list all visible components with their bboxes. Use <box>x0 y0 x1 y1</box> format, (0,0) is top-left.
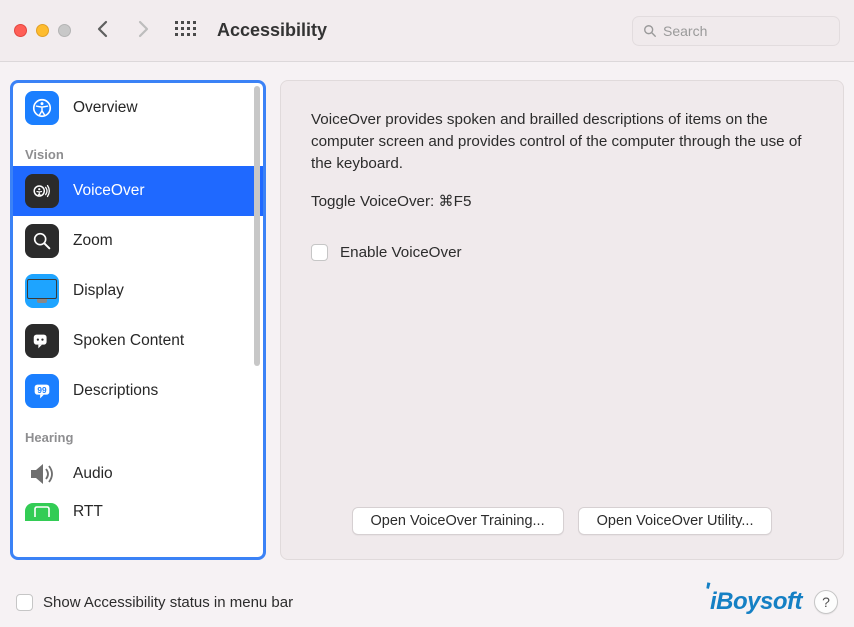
voiceover-description: VoiceOver provides spoken and brailled d… <box>311 109 813 176</box>
sidebar-item-display[interactable]: Display <box>13 266 263 316</box>
sidebar-item-label: RTT <box>73 503 103 521</box>
nav-arrows <box>97 18 149 44</box>
search-input[interactable] <box>663 23 829 39</box>
open-voiceover-utility-button[interactable]: Open VoiceOver Utility... <box>578 507 773 535</box>
sidebar-item-spoken-content[interactable]: Spoken Content <box>13 316 263 366</box>
sidebar-item-label: Spoken Content <box>73 332 184 350</box>
footer: Show Accessibility status in menu bar 'i… <box>0 577 854 627</box>
sidebar-item-overview[interactable]: Overview <box>13 83 263 133</box>
sidebar-item-audio[interactable]: Audio <box>13 449 263 499</box>
sidebar-item-label: Display <box>73 282 124 300</box>
sidebar-section-hearing: Hearing <box>13 416 263 449</box>
menubar-status-label: Show Accessibility status in menu bar <box>43 594 293 611</box>
sidebar-item-label: Descriptions <box>73 382 158 400</box>
enable-voiceover-label: Enable VoiceOver <box>340 244 462 261</box>
sidebar-section-vision: Vision <box>13 133 263 166</box>
zoom-icon <box>25 224 59 258</box>
rtt-icon <box>25 503 59 521</box>
spoken-content-icon <box>25 324 59 358</box>
descriptions-icon: 99 <box>25 374 59 408</box>
sidebar-item-zoom[interactable]: Zoom <box>13 216 263 266</box>
voiceover-icon <box>25 174 59 208</box>
sidebar-item-rtt[interactable]: RTT <box>13 499 263 523</box>
audio-icon <box>25 457 59 491</box>
help-button[interactable]: ? <box>814 590 838 614</box>
toolbar: Accessibility <box>0 0 854 62</box>
toggle-shortcut-text: Toggle VoiceOver: ⌘F5 <box>311 192 813 210</box>
back-button[interactable] <box>97 18 109 44</box>
maximize-button[interactable] <box>58 24 71 37</box>
window-title: Accessibility <box>217 20 327 41</box>
open-voiceover-training-button[interactable]: Open VoiceOver Training... <box>352 507 564 535</box>
display-icon <box>25 274 59 308</box>
sidebar-item-label: Overview <box>73 99 138 117</box>
menubar-status-checkbox[interactable] <box>16 594 33 611</box>
enable-voiceover-checkbox[interactable] <box>311 244 328 261</box>
forward-button[interactable] <box>137 18 149 44</box>
sidebar-item-label: Zoom <box>73 232 113 250</box>
svg-text:99: 99 <box>37 386 47 395</box>
sidebar-item-label: Audio <box>73 465 113 483</box>
window-controls <box>14 24 71 37</box>
accessibility-icon <box>25 91 59 125</box>
sidebar: Overview Vision VoiceOver Zoom <box>10 80 266 560</box>
content-pane: VoiceOver provides spoken and brailled d… <box>280 80 844 560</box>
show-all-prefs-icon[interactable] <box>175 21 195 41</box>
search-field[interactable] <box>632 16 840 46</box>
iboysoft-logo: 'iBoysoft <box>704 588 802 616</box>
minimize-button[interactable] <box>36 24 49 37</box>
sidebar-item-descriptions[interactable]: 99 Descriptions <box>13 366 263 416</box>
sidebar-item-voiceover[interactable]: VoiceOver <box>13 166 263 216</box>
sidebar-item-label: VoiceOver <box>73 182 145 200</box>
close-button[interactable] <box>14 24 27 37</box>
scrollbar[interactable] <box>254 86 260 366</box>
search-icon <box>643 24 657 38</box>
